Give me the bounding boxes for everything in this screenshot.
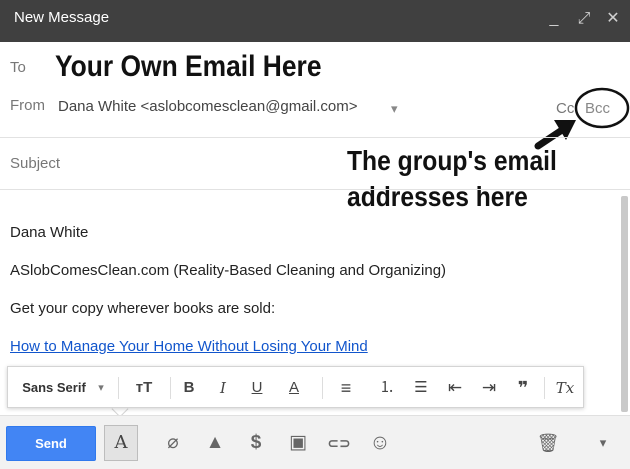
- numbered-list-icon[interactable]: ⒈: [374, 367, 400, 409]
- window-title: New Message: [14, 9, 110, 26]
- compose-action-bar: Send A ⌀ ▲ $ ▣ ⊂⊃ ☺ 🗑 ▾: [0, 415, 630, 469]
- bold-icon[interactable]: B: [178, 367, 200, 409]
- bcc-circle-annotation: [574, 87, 630, 129]
- minimize-icon[interactable]: _: [545, 9, 563, 29]
- trash-icon[interactable]: 🗑: [536, 426, 560, 460]
- link-icon[interactable]: ⊂⊃: [324, 426, 354, 460]
- body-book-link[interactable]: How to Manage Your Home Without Losing Y…: [10, 338, 368, 355]
- indent-more-icon[interactable]: ⇥: [476, 367, 502, 409]
- toolbar-separator: [322, 377, 323, 399]
- underline-icon[interactable]: U: [246, 367, 268, 409]
- font-size-icon[interactable]: тT: [126, 367, 162, 409]
- to-annotation: Your Own Email Here: [55, 50, 322, 83]
- toolbar-separator: [118, 377, 119, 399]
- money-icon[interactable]: $: [245, 426, 267, 460]
- header-divider: [0, 137, 630, 138]
- body-line-name[interactable]: Dana White: [10, 224, 88, 241]
- font-family-select[interactable]: Sans Serif: [18, 367, 90, 409]
- italic-icon[interactable]: I: [212, 367, 234, 409]
- toolbar-separator: [170, 377, 171, 399]
- from-dropdown-icon[interactable]: ▾: [391, 101, 398, 117]
- body-scrollbar[interactable]: [621, 196, 628, 412]
- drive-icon[interactable]: ▲: [203, 426, 227, 460]
- body-line-books[interactable]: Get your copy wherever books are sold:: [10, 300, 275, 317]
- to-label[interactable]: To: [10, 59, 26, 76]
- compose-titlebar: New Message _ ⤢ ✕: [0, 0, 630, 42]
- font-dropdown-icon[interactable]: ▾: [94, 367, 108, 409]
- more-options-icon[interactable]: ▾: [594, 426, 612, 460]
- body-line-website[interactable]: ASlobComesClean.com (Reality-Based Clean…: [10, 262, 446, 279]
- popout-icon[interactable]: ⤢: [575, 9, 593, 29]
- emoji-icon[interactable]: ☺: [368, 426, 392, 460]
- formatting-options-icon[interactable]: A: [104, 425, 138, 461]
- bcc-annotation-line1: The group's email: [347, 145, 557, 176]
- from-label: From: [10, 97, 45, 114]
- from-address[interactable]: Dana White <aslobcomesclean@gmail.com>: [58, 98, 358, 115]
- toolbar-separator: [544, 377, 545, 399]
- quote-icon[interactable]: ❞: [510, 367, 536, 409]
- text-color-icon[interactable]: A: [280, 367, 308, 409]
- attach-icon[interactable]: ⌀: [162, 426, 184, 460]
- photo-icon[interactable]: ▣: [286, 426, 310, 460]
- bcc-annotation-line2: addresses here: [347, 181, 528, 212]
- subject-divider: [0, 189, 630, 190]
- formatting-toolbar: Sans Serif ▾ тT B I U A ≡ ⒈ ☰ ⇤ ⇥ ❞ Tx: [7, 366, 584, 408]
- bulleted-list-icon[interactable]: ☰: [408, 367, 434, 409]
- close-icon[interactable]: ✕: [604, 9, 622, 29]
- indent-less-icon[interactable]: ⇤: [442, 367, 468, 409]
- align-icon[interactable]: ≡: [330, 367, 362, 409]
- send-button[interactable]: Send: [6, 426, 96, 461]
- subject-input[interactable]: Subject: [10, 155, 60, 172]
- clear-format-icon[interactable]: Tx: [552, 367, 578, 409]
